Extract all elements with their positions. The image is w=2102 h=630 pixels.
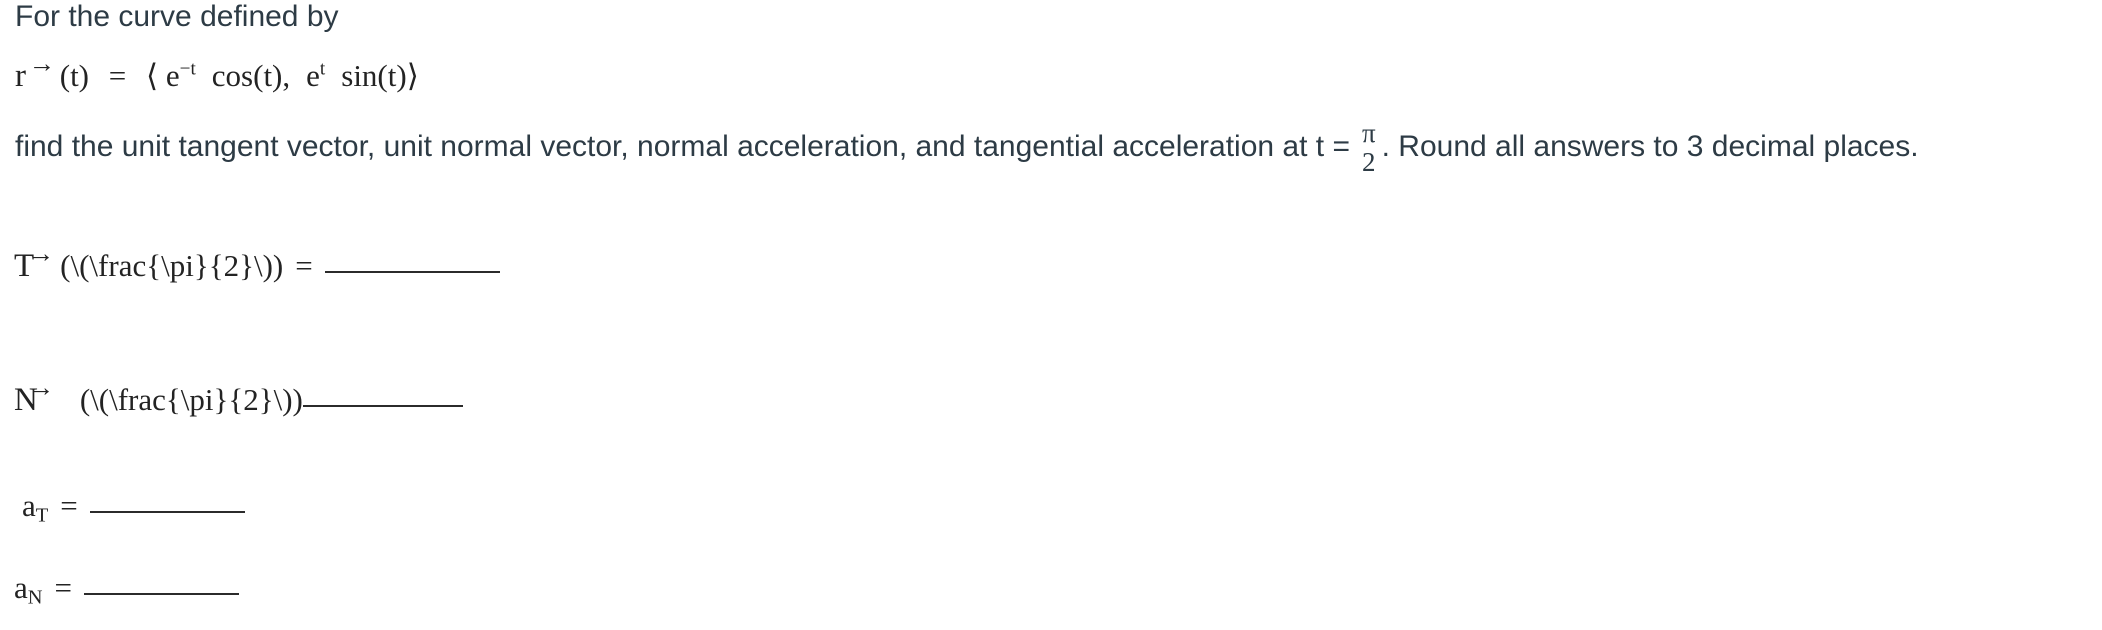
curve-term-1-base: e [165,58,180,93]
unit-normal-answer-blank[interactable] [302,405,463,407]
vector-arrow-icon: → [27,238,54,269]
a-n-symbol: aN [14,570,43,609]
unit-tangent-answer-blank[interactable] [324,271,500,273]
a-n-subscript: N [27,586,43,609]
fraction-denominator: 2 [1362,146,1376,177]
a-t-equals-sign: = [60,488,78,523]
unit-tangent-latex-source: (\(\frac{\pi}{2}\)) [60,248,284,283]
curve-equals-sign: = [108,58,127,93]
vector-arrow-icon: → [27,372,54,403]
curve-comma: , [282,58,291,93]
curve-term-2-exponent: t [319,58,326,80]
curve-term-2-factor: sin(t) [341,58,407,93]
tangential-acceleration-answer-blank[interactable] [89,511,245,513]
angle-bracket-open-icon: ⟨ [146,58,159,93]
n-vector-symbol: N → [14,374,64,419]
curve-term-1-factor: cos(t) [211,58,283,93]
a-t-base: a [22,488,36,523]
answer-row-tangential-acceleration: aT = [22,488,245,527]
r-vector-symbol: r → [15,50,55,95]
question-text-part-2: . Round all answers to 3 decimal places. [1381,129,1919,163]
t-value-fraction: π 2 [1362,119,1376,176]
a-t-symbol: aT [22,488,49,527]
curve-definition-equation: r → (t) = ⟨ e−t cos(t), et sin(t)⟩ [15,50,419,95]
angle-bracket-close-icon: ⟩ [406,58,419,93]
a-n-base: a [14,570,28,605]
a-n-equals-sign: = [54,570,73,605]
vector-arrow-icon: → [28,48,55,79]
curve-argument: (t) [59,58,90,93]
intro-text: For the curve defined by [15,0,339,33]
answer-row-unit-normal: N → (\(\frac{\pi}{2}\)) [14,374,463,419]
answer-row-unit-tangent: T → (\(\frac{\pi}{2}\)) = [14,240,500,285]
unit-tangent-equals-sign: = [295,248,313,283]
r-letter: r [15,58,26,94]
unit-normal-latex-source: (\(\frac{\pi}{2}\)) [79,382,303,417]
answer-row-normal-acceleration: aN = [14,570,240,609]
t-vector-symbol: T → [14,240,60,285]
a-t-subscript: T [35,504,49,527]
curve-term-2-base: e [306,58,320,93]
normal-acceleration-answer-blank[interactable] [84,593,240,595]
fraction-numerator: π [1361,118,1376,148]
question-text-part-1: find the unit tangent vector, unit norma… [15,129,1350,163]
question-text: find the unit tangent vector, unit norma… [15,118,1919,176]
curve-term-1-exponent: −t [179,58,196,80]
